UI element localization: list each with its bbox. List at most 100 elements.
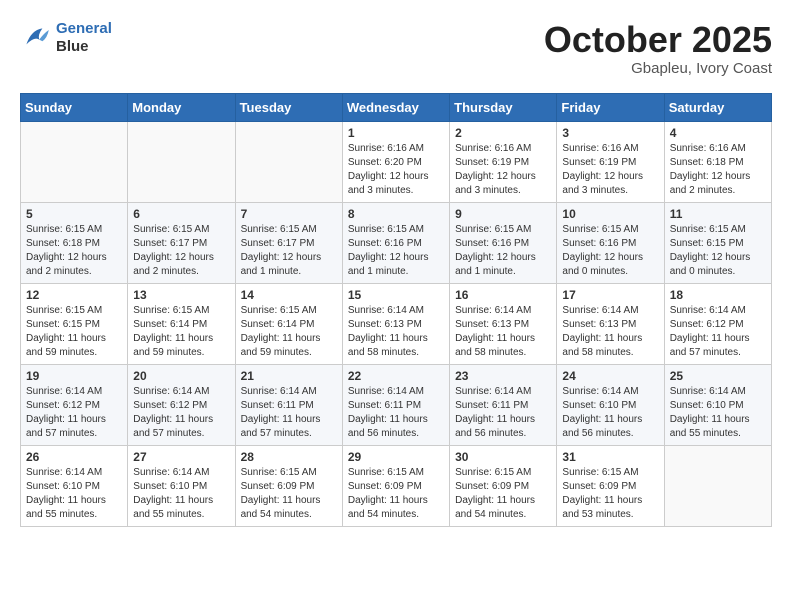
calendar-cell: 18 Sunrise: 6:14 AM Sunset: 6:12 PM Dayli…: [664, 283, 771, 364]
weekday-header: Tuesday: [235, 93, 342, 121]
calendar-cell: 8Sunrise: 6:15 AM Sunset: 6:16 PM Daylig…: [342, 202, 449, 283]
weekday-header: Saturday: [664, 93, 771, 121]
calendar-cell: 16Sunrise: 6:14 AM Sunset: 6:13 PM Dayli…: [450, 283, 557, 364]
day-number: 18: [670, 288, 766, 302]
calendar-cell: 11 Sunrise: 6:15 AM Sunset: 6:15 PM Dayli…: [664, 202, 771, 283]
calendar-cell: [21, 121, 128, 202]
calendar-cell: 23Sunrise: 6:14 AM Sunset: 6:11 PM Dayli…: [450, 364, 557, 445]
location: Gbapleu, Ivory Coast: [544, 60, 772, 77]
day-number: 27: [133, 450, 229, 464]
day-info: Sunrise: 6:14 AM Sunset: 6:10 PM Dayligh…: [26, 466, 122, 522]
day-number: 24: [562, 369, 658, 383]
day-info: Sunrise: 6:15 AM Sunset: 6:09 PM Dayligh…: [562, 466, 658, 522]
day-info: Sunrise: 6:16 AM Sunset: 6:20 PM Dayligh…: [348, 142, 444, 198]
day-number: 19: [26, 369, 122, 383]
day-number: 4: [670, 126, 766, 140]
weekday-header: Monday: [128, 93, 235, 121]
day-info: Sunrise: 6:14 AM Sunset: 6:13 PM Dayligh…: [455, 304, 551, 360]
calendar-week-row: 12 Sunrise: 6:15 AM Sunset: 6:15 PM Dayli…: [21, 283, 772, 364]
day-info: Sunrise: 6:14 AM Sunset: 6:13 PM Dayligh…: [562, 304, 658, 360]
calendar-cell: 19 Sunrise: 6:14 AM Sunset: 6:12 PM Dayli…: [21, 364, 128, 445]
calendar-cell: 29 Sunrise: 6:15 AM Sunset: 6:09 PM Dayli…: [342, 445, 449, 526]
calendar-week-row: 5Sunrise: 6:15 AM Sunset: 6:18 PM Daylig…: [21, 202, 772, 283]
day-number: 25: [670, 369, 766, 383]
day-info: Sunrise: 6:14 AM Sunset: 6:12 PM Dayligh…: [26, 385, 122, 441]
day-number: 26: [26, 450, 122, 464]
calendar-cell: 4 Sunrise: 6:16 AM Sunset: 6:18 PM Daylig…: [664, 121, 771, 202]
day-info: Sunrise: 6:15 AM Sunset: 6:14 PM Dayligh…: [133, 304, 229, 360]
calendar-cell: 26 Sunrise: 6:14 AM Sunset: 6:10 PM Dayli…: [21, 445, 128, 526]
day-info: Sunrise: 6:15 AM Sunset: 6:16 PM Dayligh…: [562, 223, 658, 279]
calendar-cell: 5Sunrise: 6:15 AM Sunset: 6:18 PM Daylig…: [21, 202, 128, 283]
day-info: Sunrise: 6:15 AM Sunset: 6:09 PM Dayligh…: [348, 466, 444, 522]
day-info: Sunrise: 6:15 AM Sunset: 6:15 PM Dayligh…: [670, 223, 766, 279]
calendar-cell: 15 Sunrise: 6:14 AM Sunset: 6:13 PM Dayli…: [342, 283, 449, 364]
day-number: 3: [562, 126, 658, 140]
calendar-week-row: 26 Sunrise: 6:14 AM Sunset: 6:10 PM Dayli…: [21, 445, 772, 526]
day-info: Sunrise: 6:16 AM Sunset: 6:19 PM Dayligh…: [455, 142, 551, 198]
day-info: Sunrise: 6:15 AM Sunset: 6:09 PM Dayligh…: [455, 466, 551, 522]
calendar-cell: 12 Sunrise: 6:15 AM Sunset: 6:15 PM Dayli…: [21, 283, 128, 364]
calendar-week-row: 19 Sunrise: 6:14 AM Sunset: 6:12 PM Dayli…: [21, 364, 772, 445]
day-number: 30: [455, 450, 551, 464]
day-info: Sunrise: 6:14 AM Sunset: 6:11 PM Dayligh…: [348, 385, 444, 441]
day-info: Sunrise: 6:15 AM Sunset: 6:16 PM Dayligh…: [455, 223, 551, 279]
day-info: Sunrise: 6:16 AM Sunset: 6:18 PM Dayligh…: [670, 142, 766, 198]
day-number: 6: [133, 207, 229, 221]
day-info: Sunrise: 6:15 AM Sunset: 6:15 PM Dayligh…: [26, 304, 122, 360]
calendar-cell: 3 Sunrise: 6:16 AM Sunset: 6:19 PM Daylig…: [557, 121, 664, 202]
calendar-cell: 20Sunrise: 6:14 AM Sunset: 6:12 PM Dayli…: [128, 364, 235, 445]
calendar-cell: 28Sunrise: 6:15 AM Sunset: 6:09 PM Dayli…: [235, 445, 342, 526]
day-number: 20: [133, 369, 229, 383]
day-number: 11: [670, 207, 766, 221]
day-info: Sunrise: 6:16 AM Sunset: 6:19 PM Dayligh…: [562, 142, 658, 198]
day-number: 10: [562, 207, 658, 221]
day-number: 13: [133, 288, 229, 302]
logo-text: General Blue: [56, 20, 112, 56]
day-info: Sunrise: 6:15 AM Sunset: 6:14 PM Dayligh…: [241, 304, 337, 360]
day-number: 17: [562, 288, 658, 302]
calendar-cell: 27Sunrise: 6:14 AM Sunset: 6:10 PM Dayli…: [128, 445, 235, 526]
day-info: Sunrise: 6:14 AM Sunset: 6:12 PM Dayligh…: [670, 304, 766, 360]
day-info: Sunrise: 6:14 AM Sunset: 6:13 PM Dayligh…: [348, 304, 444, 360]
page-header: General Blue October 2025 Gbapleu, Ivory…: [20, 20, 772, 77]
month-title: October 2025: [544, 20, 772, 60]
weekday-header: Friday: [557, 93, 664, 121]
day-number: 22: [348, 369, 444, 383]
calendar-cell: 17 Sunrise: 6:14 AM Sunset: 6:13 PM Dayli…: [557, 283, 664, 364]
day-number: 1: [348, 126, 444, 140]
calendar-cell: 22 Sunrise: 6:14 AM Sunset: 6:11 PM Dayli…: [342, 364, 449, 445]
day-number: 15: [348, 288, 444, 302]
calendar-cell: 21 Sunrise: 6:14 AM Sunset: 6:11 PM Dayli…: [235, 364, 342, 445]
day-info: Sunrise: 6:14 AM Sunset: 6:11 PM Dayligh…: [241, 385, 337, 441]
logo: General Blue: [20, 20, 112, 56]
day-number: 28: [241, 450, 337, 464]
day-number: 14: [241, 288, 337, 302]
calendar-cell: 24Sunrise: 6:14 AM Sunset: 6:10 PM Dayli…: [557, 364, 664, 445]
calendar-header-row: SundayMondayTuesdayWednesdayThursdayFrid…: [21, 93, 772, 121]
calendar-cell: 2Sunrise: 6:16 AM Sunset: 6:19 PM Daylig…: [450, 121, 557, 202]
day-number: 5: [26, 207, 122, 221]
day-number: 9: [455, 207, 551, 221]
logo-icon: [20, 22, 52, 54]
calendar-week-row: 1 Sunrise: 6:16 AM Sunset: 6:20 PM Daylig…: [21, 121, 772, 202]
weekday-header: Thursday: [450, 93, 557, 121]
calendar-cell: 9 Sunrise: 6:15 AM Sunset: 6:16 PM Daylig…: [450, 202, 557, 283]
weekday-header: Sunday: [21, 93, 128, 121]
day-info: Sunrise: 6:15 AM Sunset: 6:17 PM Dayligh…: [241, 223, 337, 279]
calendar-cell: [664, 445, 771, 526]
calendar-cell: 14 Sunrise: 6:15 AM Sunset: 6:14 PM Dayli…: [235, 283, 342, 364]
day-number: 21: [241, 369, 337, 383]
calendar-table: SundayMondayTuesdayWednesdayThursdayFrid…: [20, 93, 772, 527]
day-number: 8: [348, 207, 444, 221]
day-number: 12: [26, 288, 122, 302]
day-number: 31: [562, 450, 658, 464]
calendar-cell: 31 Sunrise: 6:15 AM Sunset: 6:09 PM Dayli…: [557, 445, 664, 526]
calendar-cell: 25Sunrise: 6:14 AM Sunset: 6:10 PM Dayli…: [664, 364, 771, 445]
calendar-cell: [128, 121, 235, 202]
calendar-cell: [235, 121, 342, 202]
title-block: October 2025 Gbapleu, Ivory Coast: [544, 20, 772, 77]
day-number: 29: [348, 450, 444, 464]
day-info: Sunrise: 6:14 AM Sunset: 6:11 PM Dayligh…: [455, 385, 551, 441]
calendar-cell: 6Sunrise: 6:15 AM Sunset: 6:17 PM Daylig…: [128, 202, 235, 283]
